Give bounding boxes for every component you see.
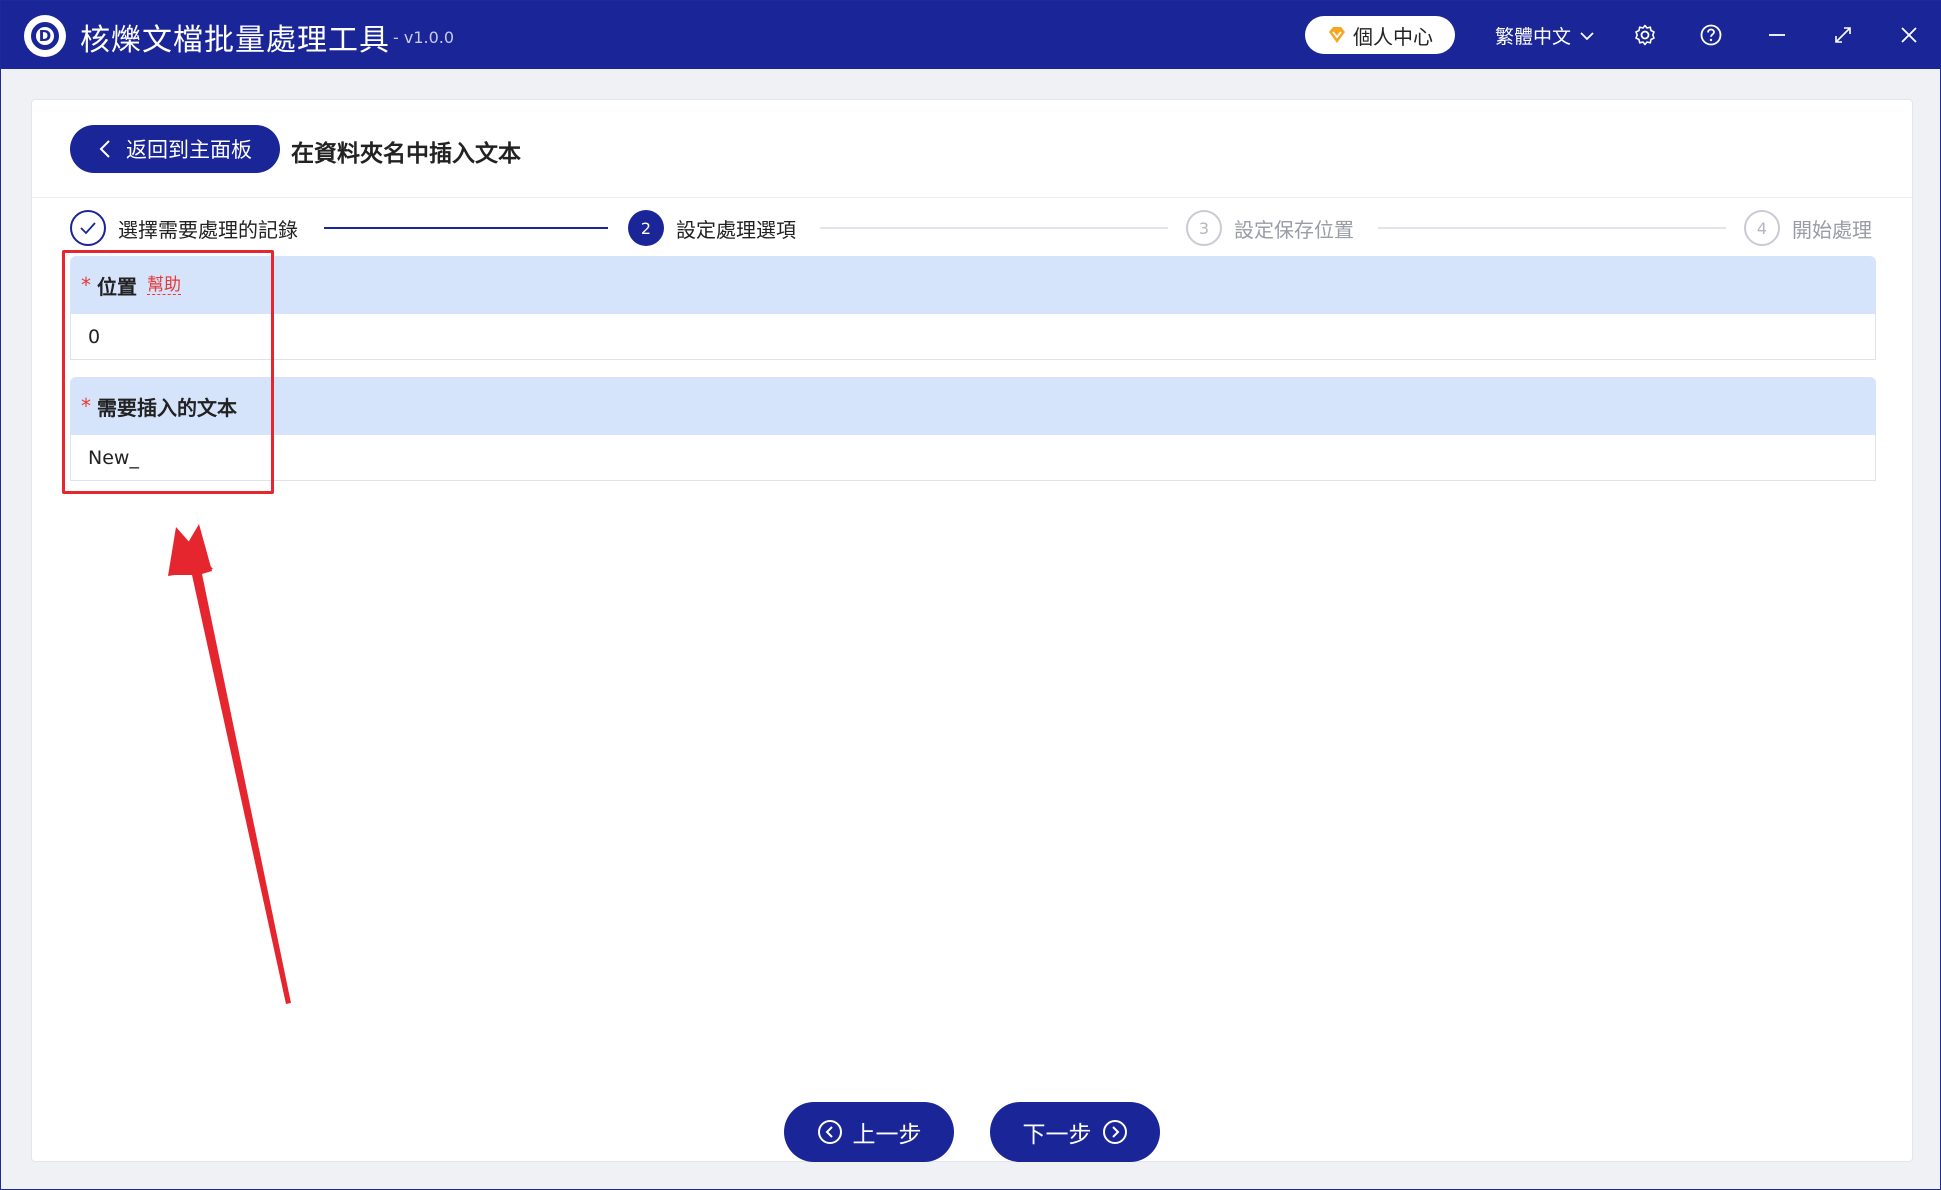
- annotation-arrow: [168, 524, 291, 1004]
- app-window: D 核爍文檔批量處理工具 - v1.0.0 個人中心 繁體中文 返回到主面板 在…: [0, 0, 1941, 1190]
